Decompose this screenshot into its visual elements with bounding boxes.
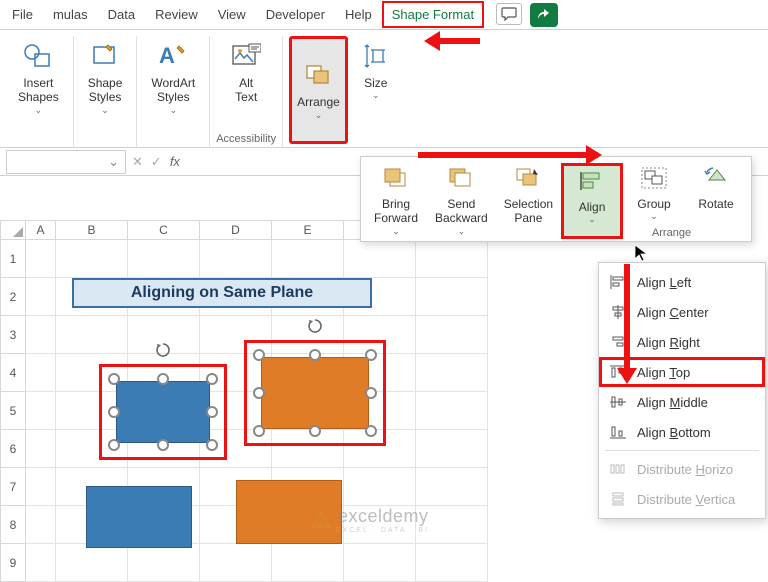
accessibility-group-label: Accessibility bbox=[216, 133, 276, 147]
distribute-vertical-item[interactable]: Distribute Vertica bbox=[599, 484, 765, 514]
insert-shapes-button[interactable]: Insert Shapes ⌄ bbox=[10, 36, 67, 118]
align-right-icon bbox=[609, 333, 627, 351]
tab-data[interactable]: Data bbox=[98, 1, 145, 28]
align-top-icon bbox=[609, 363, 627, 381]
watermark: exceldemy EXCEL · DATA · BI bbox=[310, 506, 429, 534]
tab-formulas[interactable]: mulas bbox=[43, 1, 98, 28]
align-bottom-item[interactable]: Align Bottom bbox=[599, 417, 765, 447]
row-headers: 123456789 bbox=[0, 240, 26, 564]
rotate-handle-icon[interactable] bbox=[306, 317, 324, 335]
name-box[interactable]: ⌄ bbox=[6, 150, 126, 174]
tab-file[interactable]: File bbox=[2, 1, 43, 28]
shapes-icon bbox=[22, 40, 54, 72]
size-button[interactable]: Size ⌄ bbox=[352, 36, 400, 144]
align-menu: Align Left Align Center Align Right Alig… bbox=[598, 262, 766, 519]
comments-button[interactable] bbox=[496, 3, 522, 25]
shape-styles-icon bbox=[89, 40, 121, 72]
align-top-item[interactable]: Align Top bbox=[599, 357, 765, 387]
wordart-styles-button[interactable]: A WordArt Styles ⌄ bbox=[143, 36, 203, 118]
tab-view[interactable]: View bbox=[208, 1, 256, 28]
share-button[interactable] bbox=[530, 3, 558, 27]
row-header[interactable]: 3 bbox=[0, 316, 26, 354]
alt-text-button[interactable]: Alt Text bbox=[222, 36, 270, 107]
selection-pane-button[interactable]: Selection Pane bbox=[496, 163, 561, 239]
align-button[interactable]: Align⌄ bbox=[561, 163, 623, 239]
size-icon bbox=[360, 40, 392, 72]
align-icon bbox=[577, 168, 607, 194]
align-bottom-icon bbox=[609, 423, 627, 441]
send-backward-button[interactable]: Send Backward⌄ bbox=[427, 163, 496, 239]
align-center-item[interactable]: Align Center bbox=[599, 297, 765, 327]
align-left-item[interactable]: Align Left bbox=[599, 267, 765, 297]
tab-developer[interactable]: Developer bbox=[256, 1, 335, 28]
row-header[interactable]: 8 bbox=[0, 506, 26, 544]
tab-shape-format[interactable]: Shape Format bbox=[382, 1, 484, 28]
tab-help[interactable]: Help bbox=[335, 1, 382, 28]
row-header[interactable]: 2 bbox=[0, 278, 26, 316]
cancel-icon[interactable]: ✕ bbox=[132, 154, 143, 170]
align-right-item[interactable]: Align Right bbox=[599, 327, 765, 357]
canvas-title: Aligning on Same Plane bbox=[72, 278, 372, 308]
ribbon-tabs: File mulas Data Review View Developer He… bbox=[0, 0, 768, 30]
row-header[interactable]: 1 bbox=[0, 240, 26, 278]
tab-review[interactable]: Review bbox=[145, 1, 208, 28]
arrange-button[interactable]: Arrange ⌄ bbox=[289, 36, 348, 144]
align-left-icon bbox=[609, 273, 627, 291]
distribute-horizontal-item[interactable]: Distribute Horizo bbox=[599, 454, 765, 484]
rotate-handle-icon[interactable] bbox=[154, 341, 172, 359]
rotate-icon bbox=[701, 165, 731, 191]
selection-pane-icon bbox=[513, 165, 543, 191]
row-header[interactable]: 4 bbox=[0, 354, 26, 392]
fx-label[interactable]: fx bbox=[170, 154, 180, 169]
arrange-group-label: Arrange bbox=[652, 227, 691, 239]
ribbon: Insert Shapes ⌄ Shape Styles ⌄ A WordArt… bbox=[0, 30, 768, 148]
align-middle-item[interactable]: Align Middle bbox=[599, 387, 765, 417]
blue-rectangle[interactable] bbox=[86, 486, 192, 548]
row-header[interactable]: 6 bbox=[0, 430, 26, 468]
send-backward-icon bbox=[446, 165, 476, 191]
rotate-button[interactable]: Rotate bbox=[685, 163, 747, 239]
watermark-logo-icon bbox=[310, 509, 332, 531]
selected-orange-rectangle[interactable] bbox=[244, 340, 386, 446]
group-icon bbox=[639, 165, 669, 191]
selected-blue-rectangle[interactable] bbox=[99, 364, 227, 460]
enter-icon[interactable]: ✓ bbox=[151, 154, 162, 170]
row-header[interactable]: 9 bbox=[0, 544, 26, 582]
wordart-icon: A bbox=[157, 40, 189, 72]
arrange-icon bbox=[302, 59, 334, 91]
arrange-dropdown: Bring Forward⌄ Send Backward⌄ Selection … bbox=[360, 156, 752, 242]
alt-text-icon bbox=[230, 40, 262, 72]
bring-forward-button[interactable]: Bring Forward⌄ bbox=[365, 163, 427, 239]
row-header[interactable]: 7 bbox=[0, 468, 26, 506]
distribute-v-icon bbox=[609, 490, 627, 508]
cursor-icon bbox=[634, 244, 648, 262]
distribute-h-icon bbox=[609, 460, 627, 478]
shape-styles-button[interactable]: Shape Styles ⌄ bbox=[80, 36, 131, 118]
align-center-icon bbox=[609, 303, 627, 321]
row-header[interactable]: 5 bbox=[0, 392, 26, 430]
align-middle-icon bbox=[609, 393, 627, 411]
svg-text:A: A bbox=[159, 43, 175, 68]
bring-forward-icon bbox=[381, 165, 411, 191]
